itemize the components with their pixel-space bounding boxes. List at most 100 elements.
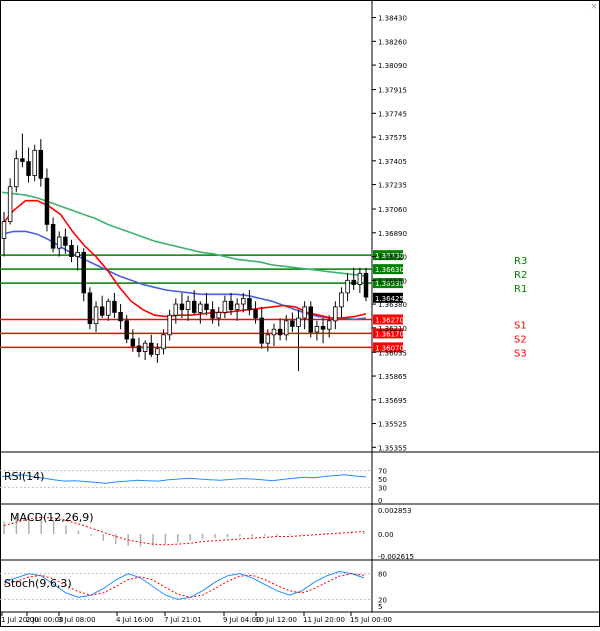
price-tick-label: 1.36550 <box>378 277 407 285</box>
price-tick-label: 1.38090 <box>378 62 407 70</box>
price-tick-label: 1.38260 <box>378 38 407 46</box>
close-icon[interactable]: × <box>590 2 598 12</box>
price-tick-label: 1.35355 <box>378 444 407 452</box>
price-tick-label: 1.37915 <box>378 87 407 95</box>
macd-tick-label: 0.002853 <box>378 507 411 515</box>
candle-body-down <box>136 345 142 352</box>
candle-body-down <box>363 272 369 298</box>
candle-body-down <box>277 328 283 336</box>
price-tick-label: 1.36890 <box>378 230 407 238</box>
candle-body-down <box>210 309 215 319</box>
candle-body-up <box>296 317 301 327</box>
forex-chart: R3 1.36730 R2 1.36630 R1 1.36530 S1 1.36270 S2 1.… <box>0 0 600 627</box>
price-tick-label: 1.37575 <box>378 134 407 142</box>
candle-body-up <box>241 298 246 305</box>
candle-body-up <box>265 334 271 344</box>
candle <box>32 144 37 182</box>
candle-body-down <box>81 251 87 294</box>
price-tick-label: 1.37405 <box>378 158 407 166</box>
time-tick-label: 4 Jul 16:00 <box>116 616 154 624</box>
candle-body-up <box>339 292 344 308</box>
candle-body-down <box>26 161 31 176</box>
candle-body-up <box>14 158 19 188</box>
rsi-tick-label: 0 <box>378 497 382 505</box>
price-tick-label: 1.36035 <box>378 349 407 357</box>
macd-tick-label: -0.002615 <box>378 553 414 561</box>
candle-body-down <box>63 236 68 246</box>
candle-body-down <box>69 244 74 257</box>
candle-body-down <box>87 292 93 325</box>
candle-body-down <box>247 298 252 311</box>
candle <box>87 287 93 330</box>
candle-body-up <box>161 334 166 350</box>
candle-body-up <box>216 312 221 319</box>
chart-canvas: R31.36730R21.36630R11.36530S11.36270S21.… <box>0 0 600 627</box>
stoch-label: Stoch(9,6,3) <box>4 577 72 590</box>
level-name-s3: S3 <box>514 348 527 359</box>
candle-body-up <box>32 149 37 176</box>
price-tick-label: 1.35695 <box>378 397 407 405</box>
candle-body-up <box>155 348 160 355</box>
level-name-r1: R1 <box>514 284 527 295</box>
candle-body-down <box>99 306 105 316</box>
candle-body-up <box>357 272 363 285</box>
price-tick-label: 1.36720 <box>378 254 407 262</box>
level-name-r3: R3 <box>514 256 527 267</box>
level-name-s2: S2 <box>514 334 527 345</box>
candle-body-down <box>149 342 154 355</box>
candle-body-down <box>253 309 258 319</box>
rsi-tick-label: 30 <box>378 484 387 492</box>
price-tick-label: 1.38430 <box>378 15 407 23</box>
candle-body-down <box>290 320 295 327</box>
candle-body-up <box>326 320 332 330</box>
candle-body-up <box>106 300 111 316</box>
candle-body-down <box>191 300 197 313</box>
candle-body-up <box>75 251 80 257</box>
candle-body-down <box>179 303 185 311</box>
candle-body-up <box>271 328 277 336</box>
candle-body-down <box>308 306 314 333</box>
time-tick-label: 15 Jul 00:00 <box>350 616 392 624</box>
candle-body-down <box>38 149 44 179</box>
candle-body-up <box>167 314 172 336</box>
candle-body-down <box>118 312 123 322</box>
price-tick-label: 1.35865 <box>378 373 407 381</box>
candle-body-down <box>124 320 129 340</box>
time-tick-label: 3 Jul 08:00 <box>58 616 96 624</box>
candle-body-up <box>234 303 240 311</box>
rsi-tick-label: 70 <box>378 468 387 476</box>
candle-body-down <box>50 224 56 249</box>
candle-body-up <box>302 306 307 319</box>
price-tick-label: 1.35525 <box>378 421 407 429</box>
macd-tick-label: 0.00 <box>378 531 394 539</box>
candle-body-up <box>314 326 320 333</box>
rsi-tick-label: 50 <box>378 476 387 484</box>
price-tick-label: 1.36210 <box>378 325 407 333</box>
candle-body-up <box>56 236 62 249</box>
level-price-label: 1.36270 <box>375 316 404 324</box>
time-tick-label: 10 Jul 12:00 <box>255 616 297 624</box>
candle <box>308 301 314 338</box>
macd-label: MACD(12,26,9) <box>10 511 94 524</box>
candle-body-down <box>320 326 326 330</box>
candle-body-up <box>142 342 148 352</box>
rsi-label: RSI(14) <box>4 470 44 483</box>
stoch-tick-label: 80 <box>378 571 387 579</box>
candle-body-down <box>351 279 356 285</box>
candle-body-up <box>7 186 13 223</box>
candle-body-up <box>333 306 338 322</box>
candle-body-up <box>198 303 203 313</box>
candle-body-down <box>20 158 25 162</box>
current-price-label: 1.36425 <box>375 295 404 303</box>
candle-body-down <box>228 300 234 311</box>
candle <box>44 168 50 232</box>
price-tick-label: 1.37060 <box>378 206 407 214</box>
stoch-tick-label: 5 <box>378 603 382 611</box>
price-tick-label: 1.37235 <box>378 182 407 190</box>
candle-body-down <box>44 177 50 225</box>
time-tick-label: 7 Jul 21:01 <box>164 616 202 624</box>
level-name-s1: S1 <box>514 320 527 331</box>
candle-body-up <box>1 221 7 239</box>
candle-body-down <box>112 300 117 313</box>
level-price-label: 1.36630 <box>375 266 404 274</box>
